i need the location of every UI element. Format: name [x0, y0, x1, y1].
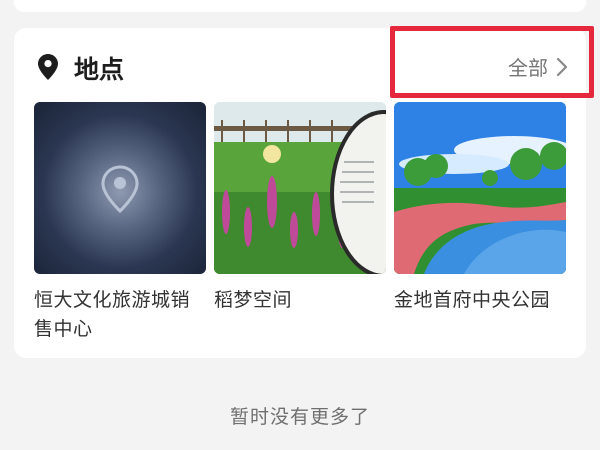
place-item[interactable]: 恒大文化旅游城销售中心 [34, 102, 206, 344]
park-photo [394, 102, 566, 274]
place-thumbnail [34, 102, 206, 274]
place-item[interactable]: 金地首府中央公园 [394, 102, 566, 315]
view-all-link[interactable]: 全部 [508, 52, 568, 81]
section-header: 地点 全部 [14, 28, 586, 104]
place-item[interactable]: 稻梦空间 [214, 102, 386, 315]
place-name: 金地首府中央公园 [394, 289, 551, 311]
wetland-photo [214, 102, 386, 274]
no-more-text: 暂时没有更多了 [229, 406, 370, 428]
chevron-right-icon [556, 57, 568, 76]
place-thumbnail [394, 102, 566, 274]
place-thumbnail [214, 102, 386, 274]
place-name: 稻梦空间 [214, 289, 293, 311]
location-pin-icon [38, 54, 58, 80]
view-all-label: 全部 [508, 56, 548, 80]
previous-card [14, 0, 586, 12]
location-placeholder-icon [101, 165, 139, 214]
places-section: 地点 全部 恒大文化旅游城销售中心 稻梦空间 金地首府中央公园 [14, 28, 586, 358]
section-title: 地点 [74, 55, 125, 84]
place-name: 恒大文化旅游城销售中心 [34, 289, 191, 340]
